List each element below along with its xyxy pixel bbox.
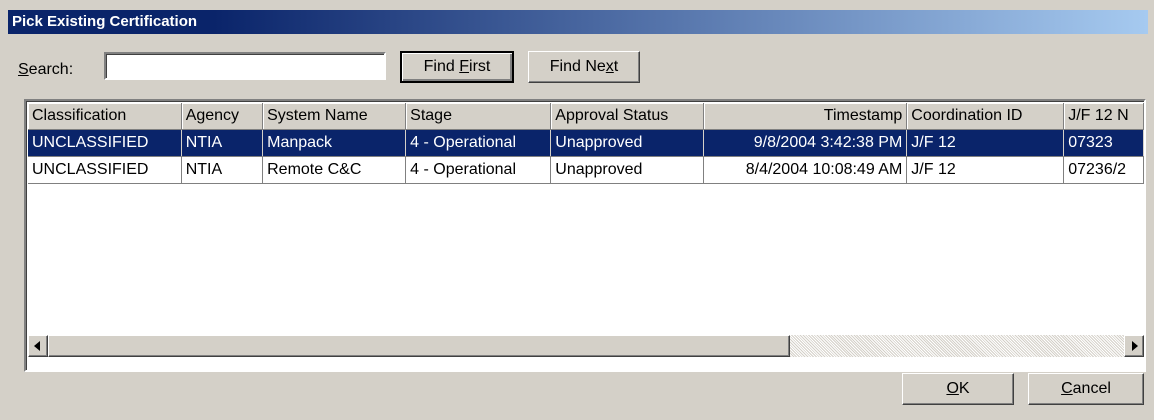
- cell-coordination-id: J/F 12: [906, 156, 1065, 184]
- col-header-system-name[interactable]: System Name: [262, 103, 407, 130]
- col-header-classification[interactable]: Classification: [28, 103, 182, 130]
- header-row: Classification Agency System Name Stage …: [28, 103, 1144, 130]
- horizontal-scrollbar[interactable]: [28, 335, 1144, 357]
- cell-agency: NTIA: [181, 156, 264, 184]
- search-input[interactable]: [104, 52, 386, 80]
- table-row[interactable]: UNCLASSIFIED NTIA Remote C&C 4 - Operati…: [28, 156, 1144, 184]
- cell-stage: 4 - Operational: [405, 129, 552, 157]
- right-arrow-icon: [1132, 341, 1138, 351]
- scroll-left-button[interactable]: [28, 335, 48, 357]
- scroll-right-button[interactable]: [1124, 335, 1144, 357]
- scrollbar-thumb[interactable]: [48, 335, 790, 357]
- col-header-jf12[interactable]: J/F 12 N: [1063, 103, 1144, 130]
- col-header-agency[interactable]: Agency: [181, 103, 264, 130]
- certification-table: Classification Agency System Name Stage …: [28, 103, 1144, 184]
- cell-system-name: Manpack: [262, 129, 407, 157]
- table-row[interactable]: UNCLASSIFIED NTIA Manpack 4 - Operationa…: [28, 129, 1144, 157]
- pick-certification-dialog: Pick Existing Certification Search: Find…: [0, 0, 1154, 420]
- col-header-stage[interactable]: Stage: [405, 103, 552, 130]
- left-arrow-icon: [34, 341, 40, 351]
- cell-system-name: Remote C&C: [262, 156, 407, 184]
- cell-approval-status: Unapproved: [550, 129, 705, 157]
- cell-coordination-id: J/F 12: [906, 129, 1065, 157]
- cell-timestamp: 9/8/2004 3:42:38 PM: [703, 129, 908, 157]
- cell-agency: NTIA: [181, 129, 264, 157]
- col-header-approval-status[interactable]: Approval Status: [550, 103, 705, 130]
- col-header-timestamp[interactable]: Timestamp: [703, 103, 908, 130]
- cell-jf12: 07236/2: [1063, 156, 1144, 184]
- find-first-button[interactable]: Find First: [400, 51, 514, 83]
- cell-classification: UNCLASSIFIED: [28, 129, 182, 157]
- cell-approval-status: Unapproved: [550, 156, 705, 184]
- ok-button[interactable]: OK: [902, 373, 1014, 405]
- cell-timestamp: 8/4/2004 10:08:49 AM: [703, 156, 908, 184]
- find-next-button[interactable]: Find Next: [528, 51, 640, 83]
- dialog-title: Pick Existing Certification: [12, 13, 198, 30]
- certification-grid: Classification Agency System Name Stage …: [24, 99, 1146, 372]
- cell-stage: 4 - Operational: [405, 156, 552, 184]
- title-bar: Pick Existing Certification: [8, 10, 1148, 34]
- cell-jf12: 07323: [1063, 129, 1144, 157]
- cell-classification: UNCLASSIFIED: [28, 156, 182, 184]
- cancel-button[interactable]: Cancel: [1028, 373, 1144, 405]
- col-header-coordination-id[interactable]: Coordination ID: [906, 103, 1065, 130]
- search-label: Search:: [18, 61, 74, 78]
